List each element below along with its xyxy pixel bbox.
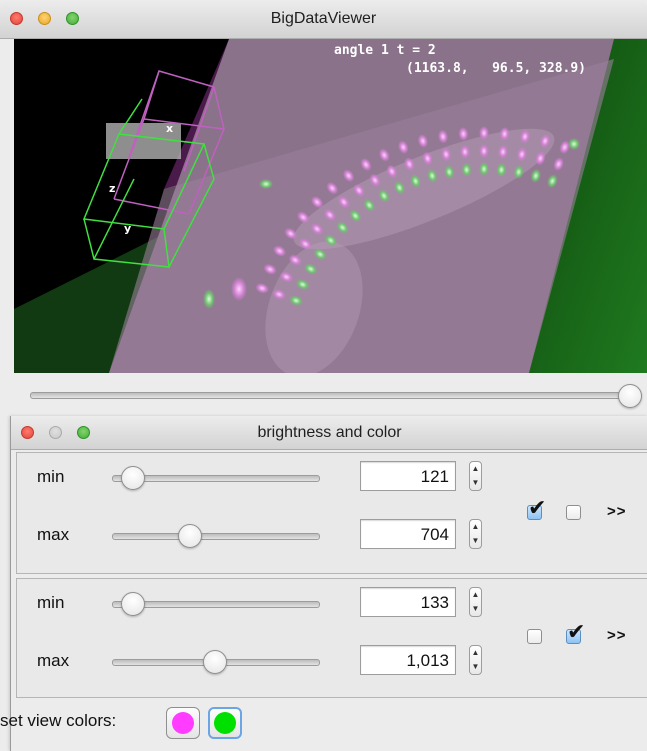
- viewer-rendering: x z y: [14, 39, 647, 373]
- color-swatch: [172, 712, 194, 734]
- nucleus: [479, 162, 489, 176]
- source-checkbox-1[interactable]: ✔: [527, 497, 546, 520]
- max-label: max: [37, 651, 70, 670]
- expand-button[interactable]: >>: [607, 627, 627, 644]
- main-window: BigDataViewer x z y angle 1 t = 2 (1163.…: [0, 0, 647, 410]
- timepoint-slider[interactable]: [30, 382, 642, 408]
- mouse-coordinates-text: (1163.8, 96.5, 328.9): [406, 61, 587, 76]
- max-slider-knob[interactable]: [203, 650, 227, 674]
- nucleus: [479, 144, 489, 158]
- main-title-bar[interactable]: BigDataViewer: [0, 0, 647, 39]
- set-view-colors-label: set view colors:: [0, 711, 117, 730]
- color-button-green[interactable]: [208, 707, 242, 739]
- bc-window-title: brightness and color: [257, 424, 402, 441]
- timepoint-slider-track[interactable]: [30, 392, 642, 399]
- stepper-arrows-icon[interactable]: ▲ ▼: [469, 519, 482, 549]
- source-checkbox-2[interactable]: [566, 505, 581, 520]
- max-value-field[interactable]: 1,013: [360, 645, 456, 675]
- color-button-magenta[interactable]: [166, 707, 200, 739]
- source-group-1: min 121 ▲ ▼ max 704 ▲ ▼ ✔ >>: [16, 452, 647, 574]
- min-label: min: [37, 593, 65, 612]
- source-checkbox-1[interactable]: [527, 629, 542, 644]
- min-slider-knob[interactable]: [121, 592, 146, 616]
- checkmark-icon: ✔: [567, 619, 586, 644]
- max-value-field[interactable]: 704: [360, 519, 456, 549]
- source-timepoint-text: angle 1 t = 2: [334, 43, 436, 58]
- min-value-field[interactable]: 121: [360, 461, 456, 491]
- min-label: min: [37, 467, 65, 486]
- min-slider-knob[interactable]: [121, 466, 146, 490]
- stepper-arrows-icon[interactable]: ▲ ▼: [469, 587, 482, 617]
- max-slider-track[interactable]: [112, 533, 320, 540]
- window-title: BigDataViewer: [270, 10, 377, 27]
- expand-button[interactable]: >>: [607, 503, 627, 520]
- image-viewer-canvas[interactable]: x z y angle 1 t = 2 (1163.8, 96.5, 328.9…: [14, 39, 647, 373]
- stepper-arrows-icon[interactable]: ▲ ▼: [469, 645, 482, 675]
- source-checkbox-2[interactable]: ✔: [566, 621, 585, 644]
- max-slider-knob[interactable]: [177, 524, 202, 548]
- color-swatch: [214, 712, 236, 734]
- nucleus: [479, 126, 489, 140]
- timepoint-slider-knob[interactable]: [618, 384, 642, 408]
- axis-z-label: z: [109, 182, 115, 195]
- max-label: max: [37, 525, 70, 544]
- axis-y-label: y: [124, 222, 131, 235]
- bc-title-bar[interactable]: brightness and color: [11, 416, 647, 450]
- brightness-color-window: brightness and color min 121 ▲ ▼ max 704 …: [10, 416, 647, 751]
- min-value-field[interactable]: 133: [360, 587, 456, 617]
- axis-x-label: x: [166, 122, 173, 135]
- checkmark-icon: ✔: [528, 495, 547, 520]
- source-group-2: min 133 ▲ ▼ max 1,013 ▲ ▼ ✔ >>: [16, 578, 647, 698]
- stepper-arrows-icon[interactable]: ▲ ▼: [469, 461, 482, 491]
